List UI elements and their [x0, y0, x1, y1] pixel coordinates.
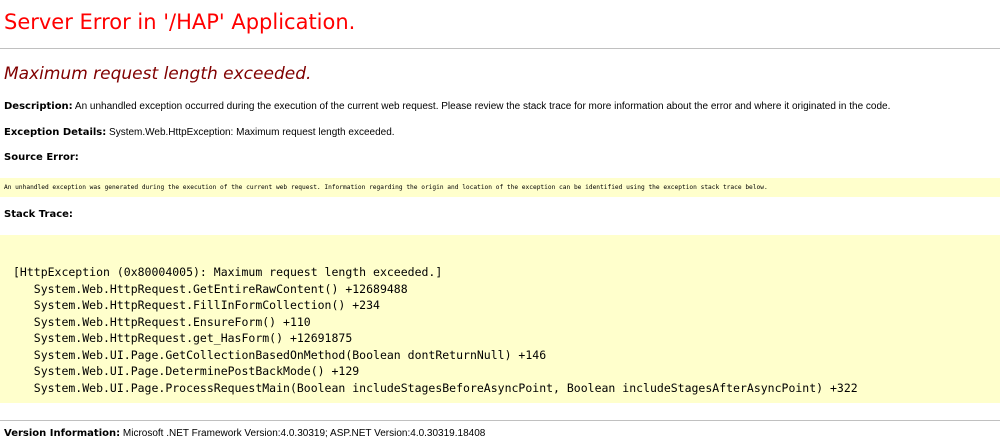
version-information-label: Version Information: [4, 428, 121, 439]
top-divider [0, 48, 1000, 49]
stack-line: System.Web.HttpRequest.get_HasForm() +12… [13, 331, 353, 345]
exception-details-label: Exception Details: [4, 127, 107, 138]
stack-trace-label: Stack Trace: [4, 209, 73, 220]
stack-trace-box: [HttpException (0x80004005): Maximum req… [0, 235, 1000, 403]
stack-line: System.Web.HttpRequest.GetEntireRawConte… [13, 281, 408, 296]
error-page: { "header": { "title": "Server Error in … [0, 0, 1000, 444]
source-error-text[interactable]: An unhandled exception was generated dur… [0, 178, 1000, 192]
stack-line: System.Web.UI.Page.ProcessRequestMain(Bo… [13, 380, 858, 395]
stack-trace-heading: Stack Trace: [4, 209, 73, 220]
source-error-box: An unhandled exception was generated dur… [0, 178, 1000, 197]
stack-line: [HttpException (0x80004005): Maximum req… [13, 265, 443, 279]
stack-line: System.Web.HttpRequest.EnsureForm() +110 [13, 314, 311, 329]
page-title: Server Error in '/HAP' Application. [4, 10, 356, 34]
exception-details-text: System.Web.HttpException: Maximum reques… [106, 127, 395, 138]
error-message: Maximum request length exceeded. [4, 64, 312, 84]
source-error-heading: Source Error: [4, 152, 79, 163]
bottom-divider [0, 420, 1000, 421]
exception-details-line: Exception Details: System.Web.HttpExcept… [4, 127, 395, 138]
source-error-label: Source Error: [4, 152, 79, 163]
stack-line: System.Web.HttpRequest.FillInFormCollect… [13, 298, 380, 312]
stack-trace-text[interactable]: [HttpException (0x80004005): Maximum req… [0, 235, 1000, 396]
stack-line: System.Web.UI.Page.GetCollectionBasedOnM… [13, 347, 547, 362]
description-label: Description: [4, 101, 73, 112]
description-line: Description: An unhandled exception occu… [4, 101, 890, 112]
version-information-text: Microsoft .NET Framework Version:4.0.303… [120, 428, 486, 439]
version-information-line: Version Information: Microsoft .NET Fram… [4, 428, 485, 439]
description-text: An unhandled exception occurred during t… [72, 101, 891, 112]
stack-line: System.Web.UI.Page.DeterminePostBackMode… [13, 364, 360, 378]
